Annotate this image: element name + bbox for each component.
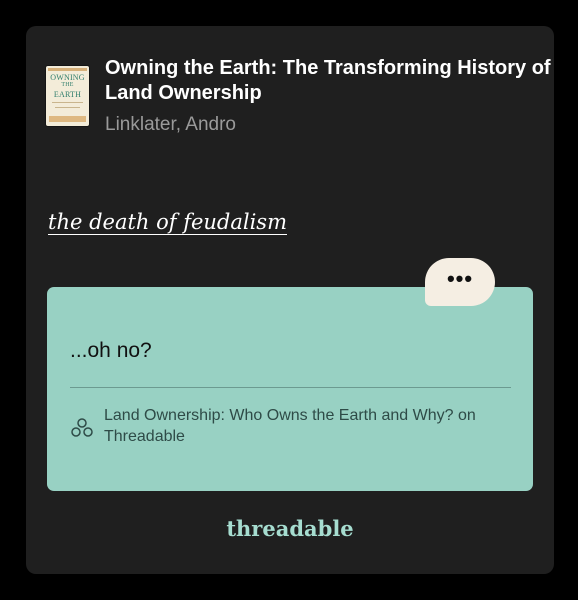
cover-rule [52, 102, 83, 103]
cover-title-line-1: OWNING [50, 73, 85, 82]
book-title[interactable]: Owning the Earth: The Transforming Histo… [105, 56, 565, 106]
share-card: OWNING THE EARTH Owning the Earth: The T… [26, 26, 554, 574]
cover-title-line-2: THE [61, 82, 74, 88]
book-header[interactable]: OWNING THE EARTH Owning the Earth: The T… [46, 56, 554, 136]
cover-ornament-bottom [49, 116, 86, 122]
comment-card: ...oh no? Land Ownership: Who Owns the E… [47, 287, 533, 491]
cover-rule [55, 107, 80, 108]
ellipsis-icon: ••• [446, 266, 474, 291]
book-author: Linklater, Andro [105, 114, 236, 135]
brand-logo: threadable [226, 516, 354, 541]
book-cover[interactable]: OWNING THE EARTH [46, 66, 89, 126]
divider [70, 387, 511, 388]
highlighted-passage[interactable]: the death of feudalism [48, 210, 287, 234]
more-options-bubble[interactable]: ••• [425, 258, 495, 306]
thread-link[interactable]: Land Ownership: Who Owns the Earth and W… [104, 405, 524, 447]
cover-title-line-3: EARTH [53, 90, 82, 99]
comment-text: ...oh no? [70, 339, 152, 362]
cover-ornament-top [48, 68, 87, 71]
threads-icon [71, 418, 93, 437]
